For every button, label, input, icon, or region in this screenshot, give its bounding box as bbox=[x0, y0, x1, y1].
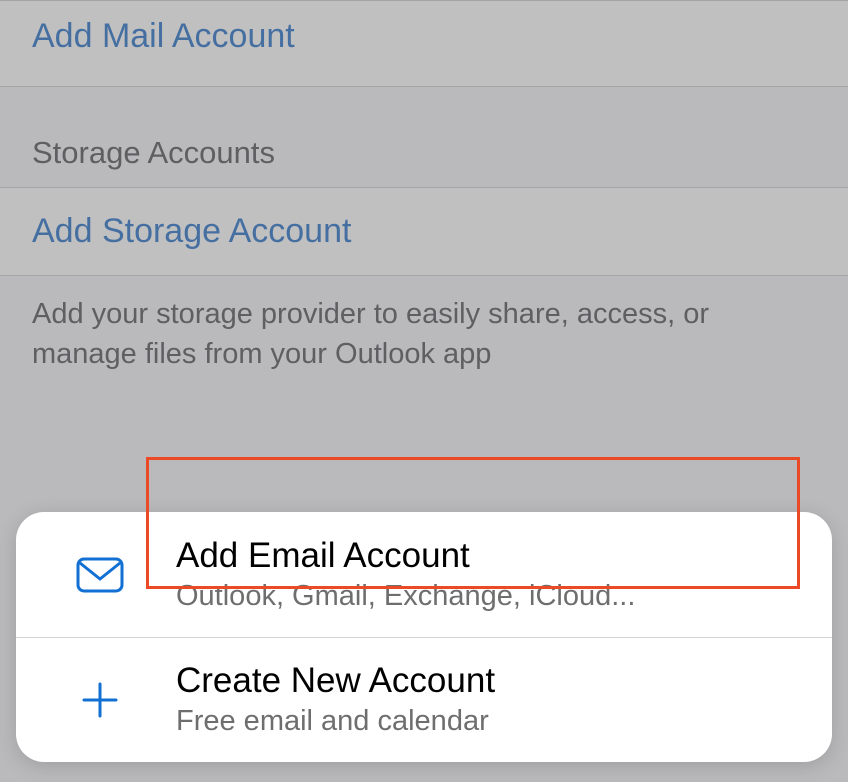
create-new-account-title: Create New Account bbox=[176, 661, 495, 701]
account-action-sheet: Add Email Account Outlook, Gmail, Exchan… bbox=[16, 512, 832, 762]
add-email-account-title: Add Email Account bbox=[176, 536, 635, 576]
create-new-account-subtitle: Free email and calendar bbox=[176, 705, 495, 738]
add-mail-account-label: Add Mail Account bbox=[32, 17, 295, 55]
mail-icon bbox=[72, 547, 128, 603]
add-email-account-option[interactable]: Add Email Account Outlook, Gmail, Exchan… bbox=[16, 512, 832, 637]
sheet-item-text: Add Email Account Outlook, Gmail, Exchan… bbox=[176, 536, 635, 613]
add-storage-account-label: Add Storage Account bbox=[32, 212, 351, 250]
storage-accounts-header: Storage Accounts bbox=[0, 87, 848, 187]
create-new-account-option[interactable]: Create New Account Free email and calend… bbox=[16, 637, 832, 762]
add-storage-account-row[interactable]: Add Storage Account bbox=[0, 187, 848, 276]
sheet-item-text: Create New Account Free email and calend… bbox=[176, 661, 495, 738]
add-email-account-subtitle: Outlook, Gmail, Exchange, iCloud... bbox=[176, 580, 635, 613]
add-mail-account-row[interactable]: Add Mail Account bbox=[0, 1, 848, 87]
plus-icon bbox=[72, 672, 128, 728]
storage-footer-text: Add your storage provider to easily shar… bbox=[0, 276, 848, 424]
